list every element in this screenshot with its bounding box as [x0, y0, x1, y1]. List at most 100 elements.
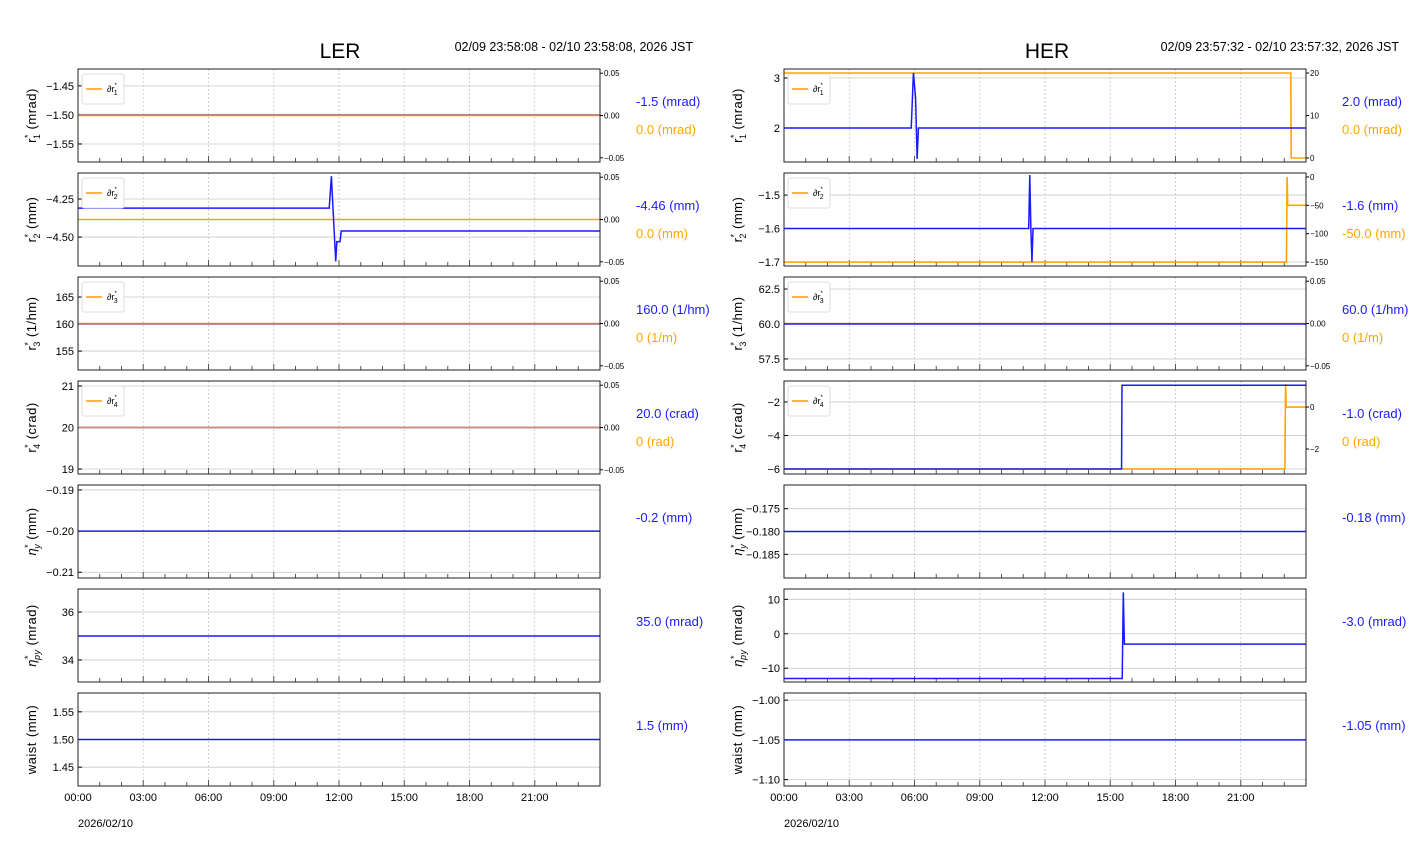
y-label-unit: (mrad) — [24, 604, 39, 645]
y-label-sub: y — [32, 544, 42, 550]
y-label-unit: (mrad) — [730, 88, 745, 129]
y-tick-label: 34 — [62, 655, 74, 667]
y2-tick-label: −0.05 — [604, 466, 625, 475]
legend: ∂r* 3 — [81, 281, 125, 313]
panel-7: −1.00 −1.05 −1.10 waist (mm) -1.05 (mm) — [730, 692, 1406, 787]
y-tick-label: −0.20 — [46, 526, 74, 538]
y2-tick-label: −0.05 — [1310, 362, 1331, 371]
y-axis-label: η*py(mrad) — [23, 604, 42, 667]
y-label-sub: 1 — [738, 133, 748, 139]
x-tick-label: 12:00 — [325, 792, 353, 804]
y-axis-label: waist (mm) — [730, 705, 745, 775]
panel-5: −0.19−0.20−0.21η*y(mm) -0.2 (mm) — [23, 484, 692, 579]
y-axis-label: r*2(mm) — [729, 197, 748, 243]
y-tick-label: 155 — [56, 346, 74, 358]
current-delta-value: -50.0 (mm) — [1342, 226, 1406, 241]
y-tick-label: 1.50 — [53, 735, 74, 747]
legend-sub: 3 — [114, 298, 118, 305]
y2-tick-label: −50 — [1310, 201, 1324, 210]
x-tick-label: 18:00 — [1162, 792, 1190, 804]
date-label: 2026/02/10 — [784, 818, 839, 830]
x-tick-label: 21:00 — [1227, 792, 1255, 804]
y-tick-label: 10 — [768, 594, 780, 606]
y-tick-label: 36 — [62, 607, 74, 619]
y-tick-label: 20 — [62, 423, 74, 435]
y-axis-label: waist (mm) — [24, 705, 39, 775]
legend-sub: 4 — [114, 402, 118, 409]
y-tick-label: −1.5 — [758, 190, 780, 202]
y-label-unit: (mm) — [730, 705, 745, 737]
y-label-unit: (mm) — [730, 507, 745, 539]
chart-title: LER — [320, 40, 361, 63]
legend: ∂r* 4 — [81, 385, 125, 417]
legend: ∂r* 2 — [787, 177, 831, 209]
y2-tick-label: 0.00 — [604, 424, 620, 433]
y-label-unit: (crad) — [730, 402, 745, 439]
y-label-sub: 4 — [738, 443, 748, 449]
panel-5: −0.175−0.180−0.185η*y(mm) -0.18 (mm) — [729, 484, 1406, 579]
y2-tick-label: 0 — [1310, 154, 1315, 163]
y2-tick-label: 20 — [1310, 69, 1319, 78]
y-tick-label: −4.50 — [46, 232, 74, 244]
y-label-sub: py — [32, 650, 42, 662]
y2-tick-label: 0.05 — [604, 277, 620, 286]
panel-2: −1.5−1.6−1.7r*2(mm)0−50−100−150∂r* 2-1.6 … — [729, 172, 1406, 269]
her-chart: HER 02/09 23:57:32 - 02/10 23:57:32, 2026… — [729, 40, 1408, 830]
current-delta-value: 0 (rad) — [1342, 434, 1380, 449]
y-label-unit: (mrad) — [730, 604, 745, 645]
y-label-unit: (mm) — [24, 705, 39, 737]
y-label-sub: py — [738, 650, 748, 662]
legend: ∂r* 3 — [787, 281, 831, 313]
y-axis-label: r*4(crad) — [729, 402, 748, 452]
y-tick-label: −0.175 — [746, 504, 780, 516]
y-label-sub: 2 — [32, 233, 42, 239]
y2-tick-label: 0.05 — [604, 69, 620, 78]
y-tick-label: −1.6 — [758, 224, 780, 236]
y-axis-label: r*1(mrad) — [729, 88, 748, 143]
current-delta-value: 0.0 (mm) — [636, 226, 688, 241]
ler-chart: LER 02/09 23:58:08 - 02/10 23:58:08, 2026… — [23, 40, 710, 830]
y-tick-label: 57.5 — [759, 354, 780, 366]
y-axis-label: r*2(mm) — [23, 197, 42, 243]
panel-2: −4.25−4.50r*2(mm)0.050.00−0.05∂r* 2-4.46 … — [23, 172, 700, 267]
y-tick-label: 1.45 — [53, 762, 74, 774]
current-delta-value: 0.0 (mrad) — [636, 122, 696, 137]
y-label-sub: 4 — [32, 443, 42, 449]
time-range: 02/09 23:57:32 - 02/10 23:57:32, 2026 JS… — [1161, 40, 1400, 54]
y-tick-label: 21 — [62, 381, 74, 393]
y-label-unit: (mm) — [24, 197, 39, 229]
x-tick-label: 15:00 — [390, 792, 418, 804]
panel-3: 165160155r*3(1/hm)0.050.00−0.05∂r* 3160.0… — [23, 276, 710, 371]
current-value: 160.0 (1/hm) — [636, 302, 710, 317]
y-tick-label: 165 — [56, 292, 74, 304]
x-tick-label: 09:00 — [260, 792, 288, 804]
y-label-sub: 2 — [738, 233, 748, 239]
x-tick-label: 09:00 — [966, 792, 994, 804]
current-value: 2.0 (mrad) — [1342, 94, 1402, 109]
panel-4: 212019r*4(crad)0.050.00−0.05∂r* 420.0 (cr… — [23, 380, 699, 476]
x-tick-label: 12:00 — [1031, 792, 1059, 804]
y-label-base: waist — [24, 742, 39, 775]
current-delta-value: 0 (1/m) — [1342, 330, 1383, 345]
y-label-sub: 3 — [32, 341, 42, 347]
current-value: -0.2 (mm) — [636, 510, 692, 525]
y-tick-label: 160 — [56, 319, 74, 331]
panel-1: 32r*1(mrad)20100∂r* 12.0 (mrad)0.0 (mrad) — [729, 68, 1402, 163]
y-tick-label: 62.5 — [759, 284, 780, 296]
chart-title: HER — [1025, 40, 1069, 63]
y-label-sub: y — [738, 544, 748, 550]
y-tick-label: −0.185 — [746, 549, 780, 561]
x-tick-label: 03:00 — [129, 792, 157, 804]
y2-tick-label: 0.05 — [604, 173, 620, 182]
y-label-sub: 3 — [738, 341, 748, 347]
y-label-unit: (crad) — [24, 402, 39, 439]
panel-1: −1.45−1.50−1.55r*1(mrad)0.050.00−0.05∂r*… — [23, 68, 700, 163]
y-tick-label: −1.05 — [752, 735, 780, 747]
y-tick-label: −4.25 — [46, 194, 74, 206]
legend-sub: 3 — [820, 298, 824, 305]
panel-6: 100−10η*py(mrad) -3.0 (mrad) — [729, 588, 1406, 683]
legend: ∂r* 4 — [787, 385, 831, 417]
y-tick-label: 19 — [62, 464, 74, 476]
panel-6: 3634η*py(mrad) 35.0 (mrad) — [23, 588, 703, 683]
y2-tick-label: −150 — [1310, 258, 1329, 267]
